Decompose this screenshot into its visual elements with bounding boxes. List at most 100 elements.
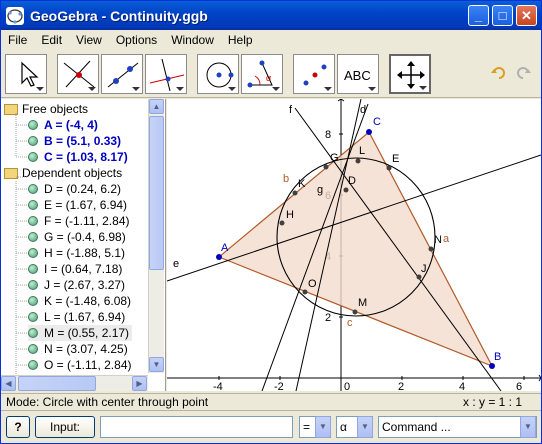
- title-bar: GeoGebra - Continuity.ggb _ □ ✕: [1, 1, 541, 30]
- geometry-canvas[interactable]: -4 -2 0 2 4 6 2 4 6 8: [167, 99, 541, 391]
- visible-toggle-icon[interactable]: [28, 184, 38, 194]
- visible-toggle-icon[interactable]: [28, 344, 38, 354]
- point-i[interactable]: [355, 158, 361, 164]
- menu-view[interactable]: View: [69, 33, 109, 47]
- list-item[interactable]: I = (0.64, 7.18): [28, 261, 122, 277]
- scroll-left-icon[interactable]: ◀: [1, 376, 16, 391]
- geogebra-icon: [6, 6, 24, 25]
- visible-toggle-icon[interactable]: [28, 152, 38, 162]
- point-e[interactable]: [386, 165, 392, 171]
- visible-toggle-icon[interactable]: [28, 248, 38, 258]
- mode-status: Mode: Circle with center through point: [6, 395, 209, 409]
- point-label: E: [392, 153, 399, 165]
- visible-toggle-icon[interactable]: [28, 120, 38, 130]
- input-field[interactable]: [100, 416, 293, 438]
- menu-window[interactable]: Window: [164, 33, 221, 47]
- line-label: f: [289, 104, 293, 116]
- point-k[interactable]: [292, 190, 298, 196]
- visible-toggle-icon[interactable]: [28, 280, 38, 290]
- command-select[interactable]: Command ...: [378, 416, 537, 438]
- algebra-view: Free objects A = (-4, 4) B = (5.1, 0.33)…: [1, 99, 166, 391]
- list-item[interactable]: J = (2.67, 3.27): [28, 277, 125, 293]
- list-item[interactable]: F = (-1.11, 2.84): [28, 213, 129, 229]
- redo-icon[interactable]: [517, 66, 531, 80]
- move-tool[interactable]: [5, 54, 47, 94]
- angle-tool[interactable]: α: [241, 54, 283, 94]
- maximize-button[interactable]: □: [492, 5, 513, 26]
- point-h[interactable]: [279, 220, 285, 226]
- point-g[interactable]: [323, 164, 329, 170]
- visible-toggle-icon[interactable]: [28, 232, 38, 242]
- y-tick-label: 8: [325, 129, 331, 141]
- menu-help[interactable]: Help: [221, 33, 260, 47]
- list-item[interactable]: L = (1.67, 6.94): [28, 309, 125, 325]
- list-item-selected[interactable]: M = (0.55, 2.17): [28, 325, 133, 341]
- visible-toggle-icon[interactable]: [28, 296, 38, 306]
- line-label: e: [173, 258, 179, 270]
- list-item[interactable]: G = (-0.4, 6.98): [28, 229, 126, 245]
- visible-toggle-icon[interactable]: [28, 264, 38, 274]
- side-label: a: [443, 233, 450, 245]
- visible-toggle-icon[interactable]: [28, 328, 38, 338]
- graphics-view[interactable]: -4 -2 0 2 4 6 2 4 6 8: [167, 99, 541, 391]
- point-b[interactable]: [489, 363, 495, 369]
- chevron-down-icon[interactable]: ▼: [357, 416, 373, 438]
- move-view-tool[interactable]: [389, 54, 431, 94]
- visible-toggle-icon[interactable]: [28, 136, 38, 146]
- list-item[interactable]: B = (5.1, 0.33): [28, 133, 121, 149]
- scroll-thumb[interactable]: [149, 116, 164, 270]
- list-item[interactable]: C = (1.03, 8.17): [28, 149, 128, 165]
- help-button[interactable]: ?: [6, 416, 30, 438]
- input-button[interactable]: Input:: [35, 416, 95, 438]
- chevron-down-icon[interactable]: ▼: [520, 416, 536, 438]
- point-m[interactable]: [352, 309, 358, 315]
- triangle-abc[interactable]: [217, 131, 494, 368]
- visible-toggle-icon[interactable]: [28, 216, 38, 226]
- point-o[interactable]: [302, 289, 308, 295]
- circle-tool[interactable]: [197, 54, 239, 94]
- point-n[interactable]: [428, 246, 434, 252]
- scroll-up-icon[interactable]: ▲: [149, 99, 164, 114]
- list-item[interactable]: H = (-1.88, 5.1): [28, 245, 125, 261]
- close-button[interactable]: ✕: [516, 5, 537, 26]
- algebra-vertical-scrollbar[interactable]: ▲ ▼: [148, 99, 164, 373]
- chevron-down-icon[interactable]: ▼: [315, 416, 331, 438]
- x-tick-label: -4: [213, 381, 223, 391]
- line-label: g: [317, 184, 323, 196]
- point-d[interactable]: [343, 187, 349, 193]
- perpendicular-tool[interactable]: [145, 54, 187, 94]
- point-label: M: [358, 297, 367, 309]
- scroll-down-icon[interactable]: ▼: [149, 357, 164, 372]
- point-a[interactable]: [216, 254, 222, 260]
- minimize-button[interactable]: _: [468, 5, 489, 26]
- svg-text:α: α: [266, 73, 271, 83]
- point-label: A: [221, 242, 229, 254]
- list-item[interactable]: O = (-1.11, 2.84): [28, 357, 132, 373]
- point-c[interactable]: [366, 129, 372, 135]
- reflect-tool[interactable]: [293, 54, 335, 94]
- input-bar: ? Input: = ▼ α ▼ Command ... ▼: [1, 410, 541, 443]
- list-item[interactable]: N = (3.07, 4.25): [28, 341, 128, 357]
- visible-toggle-icon[interactable]: [28, 200, 38, 210]
- point-j[interactable]: [416, 274, 422, 280]
- visible-toggle-icon[interactable]: [28, 360, 38, 370]
- text-tool[interactable]: ABC: [337, 54, 379, 94]
- menu-options[interactable]: Options: [109, 33, 164, 47]
- list-item[interactable]: D = (0.24, 6.2): [28, 181, 121, 197]
- point-label: J: [421, 263, 427, 275]
- undo-icon[interactable]: [491, 66, 505, 80]
- list-item[interactable]: E = (1.67, 6.94): [28, 197, 127, 213]
- line-tool[interactable]: [101, 54, 143, 94]
- point-label: H: [286, 209, 294, 221]
- menu-file[interactable]: File: [1, 33, 34, 47]
- algebra-horizontal-scrollbar[interactable]: ◀ ▶: [1, 375, 148, 391]
- axis-ratio: x : y = 1 : 1: [463, 395, 523, 409]
- scroll-thumb-horizontal[interactable]: [18, 376, 96, 391]
- visible-toggle-icon[interactable]: [28, 312, 38, 322]
- menu-edit[interactable]: Edit: [34, 33, 69, 47]
- point-label: K: [298, 178, 306, 190]
- list-item[interactable]: A = (-4, 4): [28, 117, 98, 133]
- intersect-tool[interactable]: [57, 54, 99, 94]
- list-item[interactable]: K = (-1.48, 6.08): [28, 293, 131, 309]
- scroll-right-icon[interactable]: ▶: [132, 376, 147, 391]
